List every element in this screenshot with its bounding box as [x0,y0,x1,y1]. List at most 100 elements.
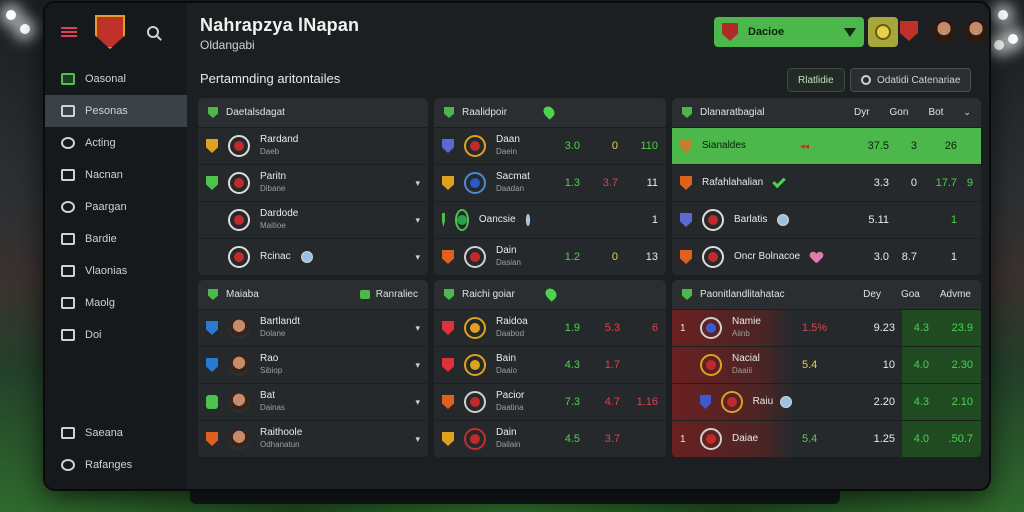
panel-action[interactable]: Ranraliec [359,289,418,300]
club-crest-icon [464,246,486,268]
globe-icon [61,137,75,149]
stat-value: 0 [611,140,618,152]
team-title: Sianaldes [702,140,746,151]
list-item[interactable]: Rcinac ▾ [198,239,428,276]
options-button[interactable]: Odatidi Catenariae [850,68,972,92]
fixture-row[interactable]: Sacmat Daadan 1.3 3.7 11 [434,165,666,202]
team-select[interactable]: Dacioe [714,17,898,47]
stat-value: 4.7 [604,396,620,408]
player-subtitle: Dolane [260,329,286,338]
player-row[interactable]: Bartlandt Dolane ▾ [198,310,428,347]
info-icon[interactable] [777,214,790,226]
stat-value: 4.3 [564,359,580,371]
fixture-row[interactable]: Daan Daein 3.0 0 110 [434,128,666,165]
folder-icon [61,169,75,181]
list-item[interactable]: Rardand Daeb [198,128,428,165]
info-icon[interactable] [525,214,530,226]
info-icon[interactable] [780,396,793,408]
sidebar-item[interactable]: Vlaonias [45,255,187,287]
performance-row[interactable]: Raiu 2.20 4.3 2.10 [672,384,981,421]
performance-row[interactable]: 1 Daiae 5.4 1.25 4.0 .50.7 [672,421,981,458]
chevron-down-icon[interactable]: ▾ [415,360,420,371]
chevron-down-icon[interactable]: ▾ [415,252,420,263]
stat-value: 11 [646,177,658,189]
panel-title: Daetalsdagat [226,107,285,118]
standings-row[interactable]: Barlatis 5.11 1 [672,202,981,239]
sidebar-item[interactable]: Rafanges [45,449,187,481]
sidebar-item[interactable]: Saeana [45,417,187,449]
result-row[interactable]: Dain Dailain 4.5 3.7 [434,421,666,458]
row-content: Raiu 2.20 4.3 2.10 [672,391,981,413]
player-name: Namie Aiinb [732,316,792,340]
player-row[interactable]: Bat Dainas ▾ [198,384,428,421]
fixture-name: Dain Dasian [496,245,521,269]
stat-value [620,359,658,371]
standings-row[interactable]: Oncr Bolnacoe 3.0 8.7 1 [672,239,981,276]
avatar[interactable] [932,19,956,43]
stat-value: 1 [950,214,957,226]
sidebar-item[interactable]: Nacnan [45,159,187,191]
player-row[interactable]: Raithoole Odhanatun ▾ [198,421,428,458]
club-crest-icon [228,246,250,268]
avatar [228,354,250,376]
panel-title: Dlanaratbagial [700,107,765,118]
club-badge-icon [442,213,445,227]
sidebar-item[interactable]: Acting [45,127,187,159]
player-subtitle: Dainas [260,403,285,412]
standings-row[interactable]: Sianaldes ◂◂ 37.5 3 26 [672,128,981,165]
menu-icon[interactable] [61,27,77,37]
sidebar-item[interactable]: Bardie [45,223,187,255]
performance-row[interactable]: Nacial Daaiii 5.4 10 4.0 2.30 [672,347,981,384]
chevron-down-icon[interactable]: ▾ [415,178,420,189]
fixture-name: Oancsie [479,214,516,226]
club-badge-icon [442,176,454,190]
sidebar-top [45,3,187,61]
chevron-down-icon[interactable]: ▾ [415,215,420,226]
stat-value: 10 [882,359,895,371]
chevron-down-icon[interactable]: ⌄ [963,107,971,118]
info-icon[interactable] [300,251,313,263]
team-logo-icon[interactable] [868,17,898,47]
filter-button[interactable]: Rlatlidie [787,68,845,92]
list-item[interactable]: Paritn Dibane ▾ [198,165,428,202]
sidebar-item[interactable]: Doi [45,319,187,351]
stat-value: 3 [910,140,917,152]
avatar [228,428,250,450]
fixture-row[interactable]: Oancsie 1 [434,202,666,239]
heart-icon[interactable] [810,252,822,263]
sidebar-nav: Oasonal Pesonas Acting Nacnan Paargan Bardie V… [45,63,187,351]
performance-row[interactable]: 1 Namie Aiinb 1.5% 9.23 4.3 23.9 [672,310,981,347]
club-crest-icon [464,391,486,413]
result-subtitle: Daaio [496,366,517,375]
fixture-name: Sacmat Daadan [496,171,530,195]
sidebar-item-label: Vlaonias [85,265,128,277]
result-row[interactable]: Pacior Daatina 7.3 4.7 1.16 [434,384,666,421]
chevron-down-icon[interactable]: ▾ [415,434,420,445]
panel-action-label: Ranraliec [375,289,418,300]
search-icon[interactable] [147,26,159,38]
sidebar-item[interactable]: Maolg [45,287,187,319]
standings-row[interactable]: Rafahlahalian 3.3 0 17.7 9 [672,165,981,202]
settings-icon [61,459,75,471]
stat-value: 2.10 [951,396,973,408]
avatar[interactable] [964,19,988,43]
shield-icon [208,289,218,300]
panel-players: Maiaba Ranraliec Bartlandt Dolane ▾ Rao Sibiop… [198,280,428,458]
fixture-subtitle: Daein [496,147,517,156]
chevron-down-icon[interactable]: ▾ [415,397,420,408]
result-row[interactable]: Bain Daaio 4.3 1.7 [434,347,666,384]
chevron-down-icon[interactable]: ▾ [415,323,420,334]
fixture-row[interactable]: Dain Dasian 1.2 0 13 [434,239,666,276]
club-crest-icon [464,428,486,450]
sidebar-item-label: Paargan [85,201,127,213]
fixture-title: Daan [496,134,520,145]
club-badge-icon [680,176,692,190]
sidebar-item[interactable]: Pesonas [45,95,187,127]
column-header: Bot [928,107,944,118]
club-badge-icon [206,321,218,335]
sidebar-item[interactable]: Paargan [45,191,187,223]
list-item[interactable]: Dardode Maitioe ▾ [198,202,428,239]
player-row[interactable]: Rao Sibiop ▾ [198,347,428,384]
result-row[interactable]: Raidoa Daabod 1.9 5.3 6 [434,310,666,347]
sidebar-item[interactable]: Oasonal [45,63,187,95]
